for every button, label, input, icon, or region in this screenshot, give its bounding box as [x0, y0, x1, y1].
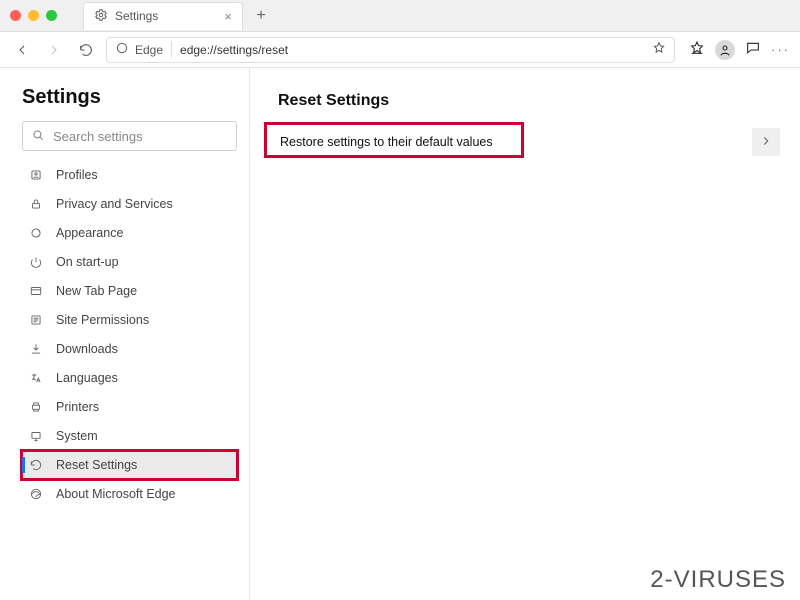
address-bar[interactable]: Edge edge://settings/reset — [106, 37, 675, 63]
languages-icon — [28, 371, 44, 385]
settings-main: Reset Settings Restore settings to their… — [250, 68, 800, 600]
toolbar-actions: ··· — [689, 40, 790, 60]
sidebar-item-site-permissions[interactable]: Site Permissions — [22, 306, 237, 334]
system-icon — [28, 429, 44, 443]
permissions-icon — [28, 313, 44, 327]
sidebar-item-label: Privacy and Services — [56, 197, 173, 211]
sidebar-item-languages[interactable]: Languages — [22, 364, 237, 392]
sidebar-item-printers[interactable]: Printers — [22, 393, 237, 421]
restore-defaults-chevron[interactable] — [752, 128, 780, 156]
profile-avatar[interactable] — [715, 40, 735, 60]
sidebar-item-label: Site Permissions — [56, 313, 149, 327]
back-button[interactable] — [10, 38, 34, 62]
chevron-right-icon — [759, 134, 773, 151]
sidebar-item-reset-settings[interactable]: Reset Settings — [22, 451, 237, 479]
reset-icon — [28, 458, 44, 472]
sidebar-item-appearance[interactable]: Appearance — [22, 219, 237, 247]
search-placeholder: Search settings — [53, 129, 143, 144]
settings-sidebar: Settings Search settings Profiles Privac… — [0, 68, 250, 600]
sidebar-item-label: Printers — [56, 400, 99, 414]
printer-icon — [28, 400, 44, 414]
sidebar-item-about[interactable]: About Microsoft Edge — [22, 480, 237, 508]
sidebar-item-label: Languages — [56, 371, 118, 385]
forward-button[interactable] — [42, 38, 66, 62]
restore-defaults-row[interactable]: Restore settings to their default values — [270, 124, 780, 160]
gear-icon — [94, 8, 108, 25]
maximize-window-button[interactable] — [46, 10, 57, 21]
new-tab-button[interactable]: + — [249, 4, 273, 28]
sidebar-item-label: New Tab Page — [56, 284, 137, 298]
watermark: 2-VIRUSES — [650, 566, 786, 594]
sidebar-item-label: Profiles — [56, 168, 98, 182]
more-menu-icon[interactable]: ··· — [771, 42, 790, 57]
site-identity: Edge — [115, 41, 172, 58]
url-text: edge://settings/reset — [180, 43, 288, 57]
titlebar: Settings × + — [0, 0, 800, 32]
profile-icon — [28, 168, 44, 182]
search-icon — [31, 128, 45, 145]
appearance-icon — [28, 226, 44, 240]
sidebar-item-privacy[interactable]: Privacy and Services — [22, 190, 237, 218]
sidebar-title: Settings — [22, 86, 237, 109]
sidebar-item-label: On start-up — [56, 255, 119, 269]
feedback-icon[interactable] — [745, 40, 761, 59]
minimize-window-button[interactable] — [28, 10, 39, 21]
restore-row-container: Restore settings to their default values — [270, 124, 780, 160]
lock-icon — [28, 197, 44, 211]
power-icon — [28, 255, 44, 269]
close-window-button[interactable] — [10, 10, 21, 21]
tab-title: Settings — [115, 9, 158, 23]
sidebar-item-system[interactable]: System — [22, 422, 237, 450]
sidebar-item-label: About Microsoft Edge — [56, 487, 176, 501]
refresh-button[interactable] — [74, 38, 98, 62]
close-tab-icon[interactable]: × — [224, 9, 232, 24]
star-outline-icon[interactable] — [652, 41, 666, 58]
sidebar-item-startup[interactable]: On start-up — [22, 248, 237, 276]
settings-content: Settings Search settings Profiles Privac… — [0, 68, 800, 600]
settings-nav: Profiles Privacy and Services Appearance… — [22, 161, 237, 508]
sidebar-item-newtab[interactable]: New Tab Page — [22, 277, 237, 305]
sidebar-item-label: Reset Settings — [56, 458, 137, 472]
sidebar-item-label: System — [56, 429, 98, 443]
site-identity-label: Edge — [135, 43, 163, 57]
sidebar-item-label: Downloads — [56, 342, 118, 356]
newtab-icon — [28, 284, 44, 298]
window-controls — [0, 10, 57, 21]
browser-tab-settings[interactable]: Settings × — [83, 2, 243, 30]
edge-icon — [28, 487, 44, 501]
download-icon — [28, 342, 44, 356]
page-heading: Reset Settings — [278, 92, 780, 110]
sidebar-item-downloads[interactable]: Downloads — [22, 335, 237, 363]
browser-toolbar: Edge edge://settings/reset ··· — [0, 32, 800, 68]
sidebar-item-label: Appearance — [56, 226, 123, 240]
edge-logo-icon — [115, 41, 129, 58]
favorites-icon[interactable] — [689, 40, 705, 59]
restore-defaults-label: Restore settings to their default values — [280, 135, 493, 149]
search-input[interactable]: Search settings — [22, 121, 237, 151]
sidebar-item-profiles[interactable]: Profiles — [22, 161, 237, 189]
